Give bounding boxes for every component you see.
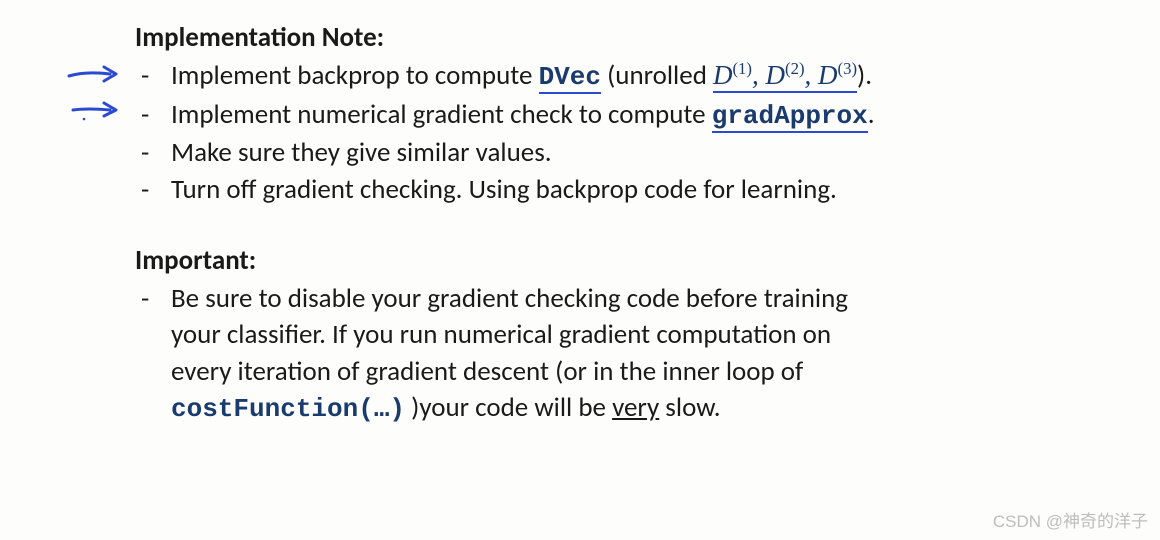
bullet-text: Turn off gradient checking. Using backpr… [171,172,1130,208]
bullet-dash: - [135,172,171,208]
bullet-text: Be sure to disable your gradient checkin… [171,281,1130,427]
text-fragment: ). [857,59,872,92]
arrow-annotation-2 [70,99,124,123]
text-fragment: Implement backprop to compute [171,59,539,92]
math-d-series: D(1), D(2), D(3) [713,60,857,92]
bullet-dash: - [135,58,171,94]
bullet-text: Implement numerical gradient check to co… [171,97,1130,134]
code-gradapprox: gradApprox [712,101,868,133]
text-fragment: (unrolled [601,59,713,92]
watermark: CSDN @神奇的洋子 [993,511,1148,534]
text-line: every iteration of gradient descent (or … [171,355,803,388]
list-item: - Implement numerical gradient check to … [135,97,1130,134]
list-item: - Make sure they give similar values. [135,135,1130,171]
math-var: D [818,60,838,90]
math-var: D [713,60,733,90]
arrow-annotation-1 [66,63,124,85]
bullet-dash: - [135,281,171,317]
list-item: - Implement backprop to compute DVec (un… [135,58,1130,95]
important-heading: Important: [135,243,1130,279]
list-item: - Be sure to disable your gradient check… [135,281,1130,427]
bullet-text: Implement backprop to compute DVec (unro… [171,58,1130,95]
code-dvec: DVec [539,62,601,94]
math-sup: (2) [785,59,805,78]
text-line: your classifier. If you run numerical gr… [171,318,831,351]
text-fragment: . [868,98,875,131]
implementation-note-heading: Implementation Note: [135,20,1130,56]
math-sup: (3) [838,59,858,78]
list-item: - Turn off gradient checking. Using back… [135,172,1130,208]
bullet-dash: - [135,97,171,133]
math-comma: , [805,60,819,90]
math-sup: (1) [732,59,752,78]
math-var: D [766,60,786,90]
text-line: Be sure to disable your gradient checkin… [171,282,848,315]
emphasized-very: very [612,391,659,424]
bullet-dash: - [135,135,171,171]
bullet-text: Make sure they give similar values. [171,135,1130,171]
text-fragment: Implement numerical gradient check to co… [171,98,712,131]
text-fragment: )your code will be [405,391,612,424]
code-costfunction: costFunction(…) [171,394,405,424]
text-fragment: slow. [659,391,720,424]
math-comma: , [752,60,766,90]
